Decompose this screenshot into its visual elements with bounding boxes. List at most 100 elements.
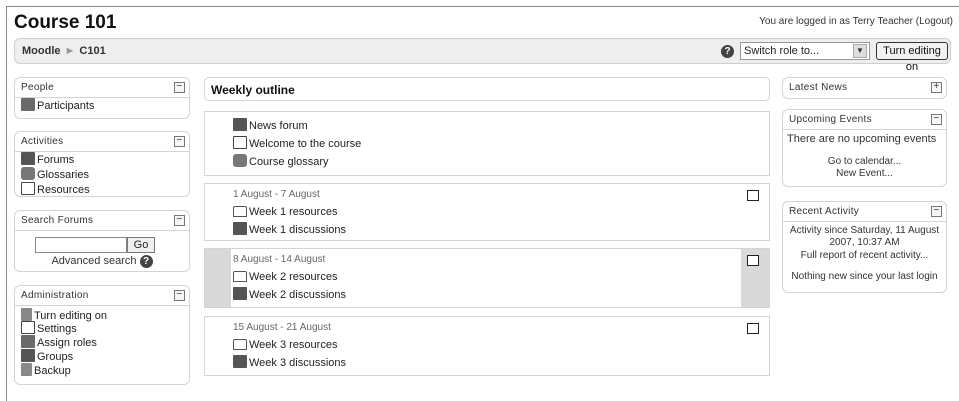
activity-label: Welcome to the course — [249, 138, 362, 150]
admin-item-assign-roles[interactable]: Assign roles — [15, 335, 189, 349]
login-info[interactable]: You are logged in as Terry Teacher (Logo… — [759, 16, 953, 27]
switch-role-select[interactable]: Switch role to... ▼ — [740, 42, 870, 60]
forum-icon — [233, 355, 247, 368]
search-forums-title: Search Forums — [21, 215, 94, 226]
search-forums-block: Search Forums − Go Advanced search ? — [14, 210, 190, 272]
help-icon[interactable]: ? — [721, 45, 734, 58]
resource-icon — [21, 182, 35, 195]
activity-week-discussions[interactable]: Week 3 discussions — [233, 354, 739, 372]
expand-icon[interactable]: + — [931, 82, 942, 93]
show-only-week-checkbox[interactable] — [747, 190, 759, 201]
breadcrumb-separator: ► — [64, 45, 76, 57]
section-strip — [205, 317, 231, 375]
sidebar-item-glossaries[interactable]: Glossaries — [15, 167, 189, 182]
section-strip — [205, 249, 231, 307]
breadcrumb-course: C101 — [79, 45, 106, 57]
new-event-link[interactable]: New Event... — [783, 168, 946, 180]
collapse-icon[interactable]: − — [174, 290, 185, 301]
activity-label: Course glossary — [249, 156, 329, 168]
full-report-link[interactable]: Full report of recent activity... — [783, 250, 946, 262]
admin-item-settings[interactable]: Settings — [15, 321, 189, 335]
go-button[interactable]: Go — [127, 237, 155, 253]
glossary-icon — [21, 167, 35, 180]
sidebar-item-label: Resources — [37, 184, 90, 196]
section-strip — [741, 249, 769, 307]
activity-label: Week 3 resources — [249, 339, 338, 351]
show-only-week-checkbox[interactable] — [747, 323, 759, 334]
activity-course-glossary[interactable]: Course glossary — [233, 153, 739, 171]
latest-news-title: Latest News — [789, 82, 848, 93]
weekly-outline-title: Weekly outline — [211, 83, 295, 97]
go-to-calendar-link[interactable]: Go to calendar... — [783, 156, 946, 168]
activities-block-header: Activities − — [15, 132, 189, 152]
breadcrumb-home[interactable]: Moodle — [22, 45, 61, 57]
section-strip — [741, 112, 769, 175]
roles-icon — [21, 335, 35, 348]
recent-activity-title: Recent Activity — [789, 206, 860, 217]
people-block: People − Participants — [14, 77, 190, 119]
week-date: 8 August - 14 August — [233, 254, 326, 265]
activity-week-resources[interactable]: Week 2 resources — [233, 268, 739, 286]
activity-label: Week 1 discussions — [249, 224, 347, 236]
activity-week-discussions[interactable]: Week 1 discussions — [233, 221, 739, 239]
people-block-header: People − — [15, 78, 189, 98]
activity-week-resources[interactable]: Week 3 resources — [233, 336, 739, 354]
section-strip — [205, 112, 231, 175]
section-strip — [205, 184, 231, 240]
no-events-text: There are no upcoming events — [787, 133, 937, 145]
sidebar-item-label: Forums — [37, 154, 75, 166]
admin-item-label: Backup — [34, 365, 71, 377]
sidebar-item-label: Participants — [37, 100, 95, 112]
activity-week-resources[interactable]: Week 1 resources — [233, 203, 739, 221]
activity-label: Week 3 discussions — [249, 357, 347, 369]
upcoming-events-title: Upcoming Events — [789, 114, 872, 125]
admin-item-label: Assign roles — [37, 337, 97, 349]
upcoming-events-header: Upcoming Events − — [783, 110, 946, 130]
activity-news-forum[interactable]: News forum — [233, 117, 739, 135]
activity-week-discussions[interactable]: Week 2 discussions — [233, 286, 739, 304]
latest-news-header: Latest News + — [783, 78, 946, 98]
folder-icon — [233, 206, 247, 217]
forum-icon — [233, 118, 247, 131]
activity-label: Week 2 discussions — [249, 289, 347, 301]
show-only-week-checkbox[interactable] — [747, 255, 759, 266]
admin-item-turn-editing-on[interactable]: Turn editing on — [15, 308, 189, 322]
page-title: Course 101 — [14, 12, 117, 33]
activity-label: News forum — [249, 120, 308, 132]
settings-icon — [21, 321, 35, 334]
sidebar-item-participants[interactable]: Participants — [15, 98, 189, 113]
search-forums-header: Search Forums − — [15, 211, 189, 231]
section-strip — [741, 184, 769, 240]
section-general: News forum Welcome to the course Course … — [204, 111, 770, 176]
people-block-title: People — [21, 82, 54, 93]
help-icon[interactable]: ? — [139, 255, 153, 268]
glossary-icon — [233, 154, 247, 167]
activity-label: Week 1 resources — [249, 206, 338, 218]
chevron-down-icon[interactable]: ▼ — [853, 44, 867, 58]
collapse-icon[interactable]: − — [174, 215, 185, 226]
collapse-icon[interactable]: − — [931, 206, 942, 217]
advanced-search-link[interactable]: Advanced search — [51, 255, 136, 267]
collapse-icon[interactable]: − — [931, 114, 942, 125]
sidebar-item-resources[interactable]: Resources — [15, 182, 189, 196]
section-content: News forum Welcome to the course Course … — [233, 117, 739, 175]
latest-news-block: Latest News + — [782, 77, 947, 99]
forum-icon — [233, 287, 247, 300]
search-input[interactable] — [35, 237, 127, 253]
edit-icon — [21, 308, 32, 321]
collapse-icon[interactable]: − — [174, 136, 185, 147]
nothing-new-text: Nothing new since your last login — [791, 271, 938, 282]
collapse-icon[interactable]: − — [174, 82, 185, 93]
activity-welcome[interactable]: Welcome to the course — [233, 135, 739, 153]
section-week-3: 15 August - 21 August Week 3 resources W… — [204, 316, 770, 376]
switch-role-value: Switch role to... — [744, 45, 820, 57]
participants-icon — [21, 98, 35, 111]
resource-icon — [233, 136, 247, 149]
admin-item-backup[interactable]: Backup — [15, 363, 189, 377]
week-date: 1 August - 7 August — [233, 189, 320, 200]
activity-label: Week 2 resources — [249, 271, 338, 283]
turn-editing-on-button[interactable]: Turn editing on — [876, 42, 948, 73]
admin-item-groups[interactable]: Groups — [15, 349, 189, 363]
backup-icon — [21, 363, 32, 376]
sidebar-item-forums[interactable]: Forums — [15, 152, 189, 167]
